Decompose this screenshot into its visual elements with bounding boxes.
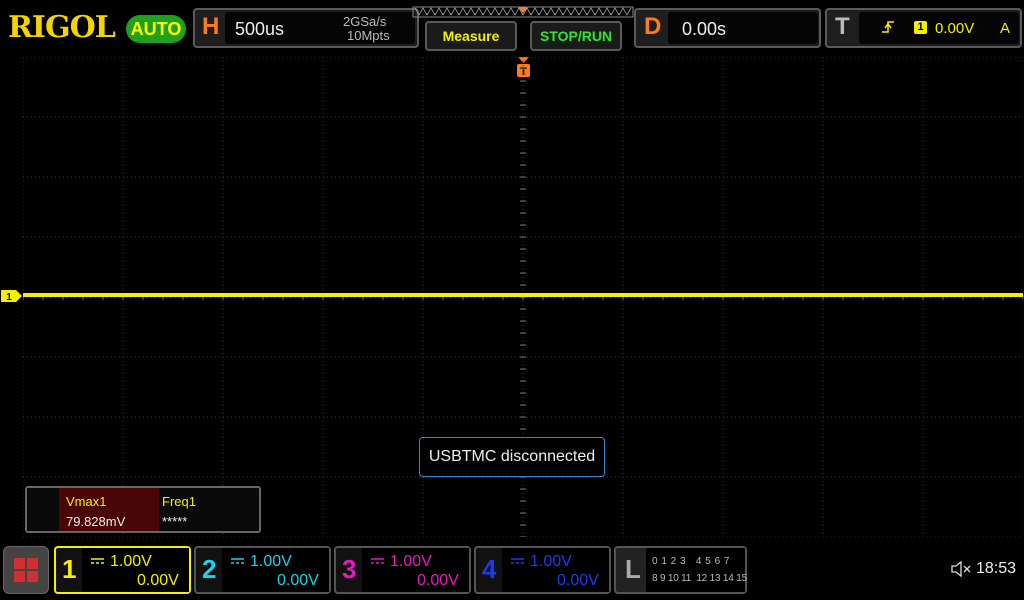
delay-panel[interactable]: D 0.00s [634, 8, 821, 48]
svg-text:1: 1 [6, 292, 12, 303]
channel1-panel[interactable]: 1 1.00V 0.00V [54, 546, 191, 594]
logic-channels-row2: 8 9 10 11 12 13 14 15 [652, 573, 747, 584]
channel1-number: 1 [62, 554, 77, 584]
logic-panel[interactable]: L 0 1 2 3 4 5 6 7 8 9 10 11 12 13 14 15 [614, 546, 747, 594]
channel4-panel[interactable]: 4 1.00V 0.00V [474, 546, 611, 594]
horizontal-letter: H [202, 13, 220, 40]
measure-button[interactable]: Measure [425, 21, 517, 51]
channel4-offset: 0.00V [557, 572, 599, 589]
horizontal-panel[interactable]: H 500us 2GSa/s 10Mpts [193, 8, 419, 48]
measurement-item-1[interactable]: Vmax1 79.828mV [59, 488, 159, 531]
timebase-value: 500us [235, 19, 285, 39]
measurement-item-2[interactable]: Freq1 ***** [159, 488, 259, 531]
grid-menu-icon [14, 558, 38, 582]
channel2-panel[interactable]: 2 1.00V 0.00V [194, 546, 331, 594]
usbtmc-message: USBTMC disconnected [419, 437, 605, 477]
channel1-scale: 1.00V [110, 553, 152, 570]
trigger-level: 0.00V [935, 20, 975, 37]
delay-value: 0.00s [682, 19, 727, 39]
measurement-name: Freq1 [162, 494, 196, 509]
dc-coupling-icon [91, 558, 104, 564]
delay-letter: D [644, 13, 662, 40]
rising-edge-icon [882, 21, 894, 33]
channel3-scale: 1.00V [390, 553, 432, 570]
clock: 18:53 [976, 560, 1017, 577]
measurement-panel[interactable]: Vmax1 79.828mV Freq1 ***** [25, 486, 261, 533]
channel2-offset: 0.00V [277, 572, 319, 589]
trigger-panel[interactable]: T 1 0.00V A [825, 8, 1022, 48]
trigger-sweep: A [1000, 20, 1011, 37]
logic-channels-row1: 0 1 2 3 4 5 6 7 [652, 556, 730, 567]
sample-rate: 2GSa/s [343, 14, 387, 29]
menu-button[interactable] [3, 546, 49, 594]
measurement-name: Vmax1 [66, 494, 107, 509]
channel1-ground-marker[interactable]: 1 [0, 289, 23, 303]
channel3-number: 3 [342, 554, 357, 584]
logic-letter: L [625, 554, 641, 584]
trigger-source-badge: 1 [914, 21, 927, 34]
channel3-panel[interactable]: 3 1.00V 0.00V [334, 546, 471, 594]
trigger-position-strip [412, 6, 634, 18]
dc-coupling-icon [371, 558, 384, 564]
speaker-muted-icon[interactable] [950, 560, 972, 578]
channel2-scale: 1.00V [250, 553, 292, 570]
memory-depth: 10Mpts [347, 28, 390, 43]
channel1-offset: 0.00V [137, 572, 179, 589]
auto-button[interactable]: AUTO [126, 15, 186, 43]
brand-logo: RIGOL [8, 10, 116, 45]
channel4-number: 4 [482, 554, 497, 584]
dc-coupling-icon [511, 558, 524, 564]
stop-run-button[interactable]: STOP/RUN [530, 21, 622, 51]
channel2-number: 2 [202, 554, 217, 584]
channel4-scale: 1.00V [530, 553, 572, 570]
channel3-offset: 0.00V [417, 572, 459, 589]
measurement-value: 79.828mV [66, 514, 126, 529]
trigger-letter: T [835, 13, 850, 40]
measurement-value: ***** [162, 514, 188, 529]
dc-coupling-icon [231, 558, 244, 564]
